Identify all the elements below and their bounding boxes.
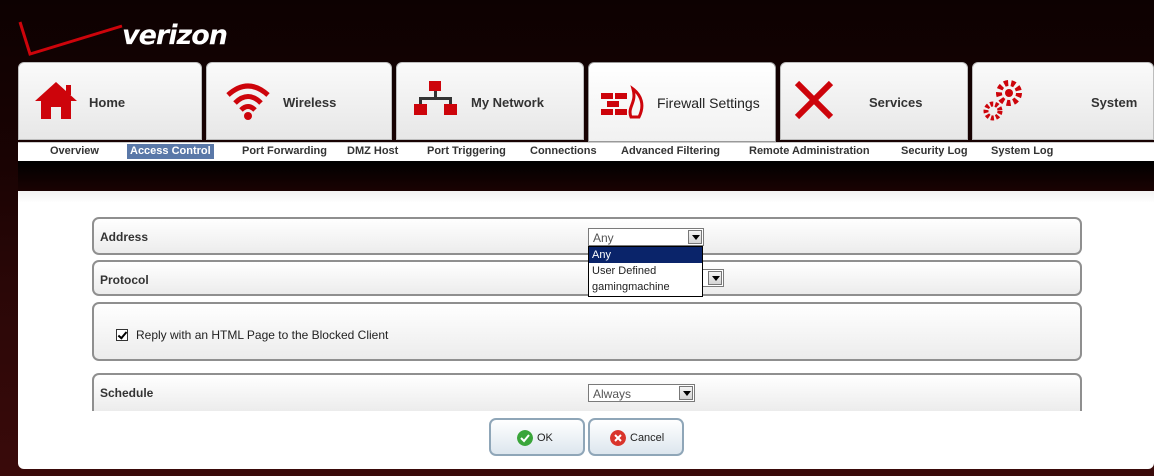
cancel-icon (610, 430, 626, 446)
subnav-advanced-filtering[interactable]: Advanced Filtering (621, 145, 720, 157)
sub-navigation: Overview Access Control Port Forwarding … (18, 142, 1154, 162)
tab-firewall-settings[interactable]: Firewall Settings (588, 62, 776, 142)
tab-wireless[interactable]: Wireless (206, 62, 392, 140)
address-select[interactable]: Any (588, 228, 704, 246)
dropdown-option-any[interactable]: Any (589, 247, 702, 263)
app-frame: verizon Home Wireless My Network Firewal… (0, 0, 1154, 476)
dropdown-option-user-defined[interactable]: User Defined (589, 263, 702, 279)
tab-system[interactable]: System (972, 62, 1154, 140)
schedule-row: Schedule Always (92, 373, 1082, 411)
tab-label: Wireless (283, 95, 337, 110)
subnav-system-log[interactable]: System Log (991, 145, 1053, 157)
protocol-label: Protocol (100, 273, 149, 287)
header-band (18, 161, 1154, 191)
main-tabs: Home Wireless My Network Firewall Settin… (18, 62, 1154, 142)
chevron-down-icon[interactable] (708, 271, 722, 285)
reply-checkbox-label: Reply with an HTML Page to the Blocked C… (136, 328, 389, 342)
ok-button[interactable]: OK (489, 418, 585, 456)
reply-row: Reply with an HTML Page to the Blocked C… (92, 302, 1082, 361)
address-dropdown-list: Any User Defined gamingmachine (588, 246, 703, 297)
chevron-down-icon[interactable] (679, 386, 693, 400)
home-icon (35, 82, 77, 119)
subnav-connections[interactable]: Connections (530, 145, 597, 157)
subnav-overview[interactable]: Overview (50, 145, 99, 157)
network-icon (414, 81, 457, 115)
protocol-row: Protocol (92, 260, 1082, 296)
schedule-select[interactable]: Always (588, 384, 695, 402)
address-select-value: Any (593, 231, 614, 245)
address-row: Address Any (92, 217, 1082, 255)
cancel-button[interactable]: Cancel (588, 418, 684, 456)
cancel-label: Cancel (630, 432, 665, 444)
tools-icon (794, 80, 834, 120)
dropdown-option-gamingmachine[interactable]: gamingmachine (589, 279, 702, 295)
brand-name: verizon (122, 20, 228, 51)
chevron-down-icon[interactable] (688, 230, 702, 244)
tab-label: Firewall Settings (657, 95, 760, 111)
tab-label: My Network (471, 95, 544, 110)
tab-services[interactable]: Services (780, 62, 968, 140)
subnav-security-log[interactable]: Security Log (901, 145, 968, 157)
tab-label: Services (869, 95, 923, 110)
checkmark-icon (517, 430, 533, 446)
wifi-icon (226, 83, 270, 120)
schedule-label: Schedule (100, 386, 154, 400)
address-label: Address (100, 230, 149, 244)
ok-label: OK (537, 432, 553, 444)
firewall-icon (601, 85, 644, 119)
content-panel: Address Any Protocol Reply with an HTML … (18, 191, 1154, 469)
tab-label: System (1091, 95, 1138, 110)
tab-my-network[interactable]: My Network (396, 62, 584, 140)
subnav-port-forwarding[interactable]: Port Forwarding (242, 145, 327, 157)
subnav-dmz-host[interactable]: DMZ Host (347, 145, 398, 157)
tab-home[interactable]: Home (18, 62, 202, 140)
subnav-access-control[interactable]: Access Control (127, 144, 214, 159)
gears-icon (983, 80, 1022, 121)
schedule-select-value: Always (593, 387, 632, 401)
tab-label: Home (89, 95, 126, 110)
subnav-remote-administration[interactable]: Remote Administration (749, 145, 870, 157)
subnav-port-triggering[interactable]: Port Triggering (427, 145, 506, 157)
reply-checkbox[interactable] (116, 329, 128, 341)
